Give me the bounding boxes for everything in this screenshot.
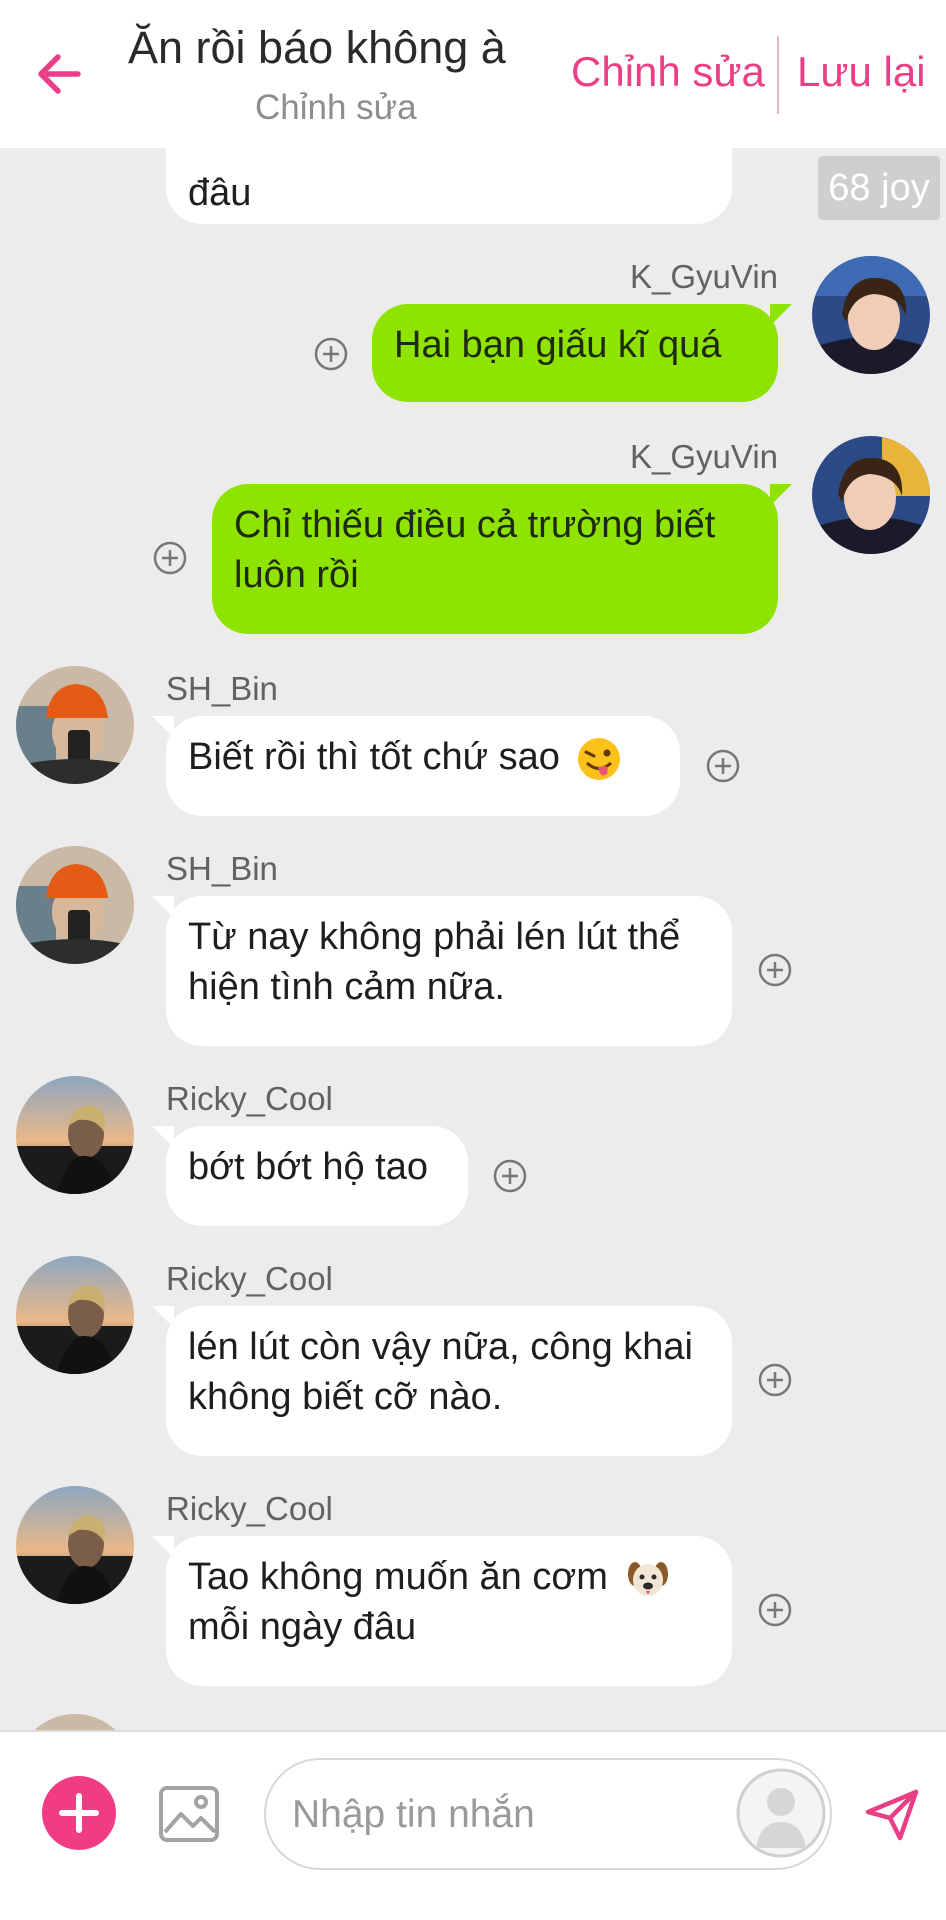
sender-name: Ricky_Cool [166,1260,333,1297]
back-button[interactable] [30,44,90,104]
plus-icon [59,1793,99,1833]
avatar[interactable] [812,256,930,374]
plus-circle-icon[interactable] [757,952,793,988]
plus-circle-icon[interactable] [313,336,349,372]
message-bubble[interactable]: đâu [166,148,732,224]
message-input-container [264,1758,832,1870]
message-text: bớt bớt hộ tao [188,1146,428,1188]
header-divider [777,36,779,114]
image-button[interactable] [157,1782,221,1846]
chat-subtitle: Chỉnh sửa [255,88,417,127]
send-icon [865,1789,919,1841]
winking-tongue-emoji [578,737,621,780]
save-button[interactable]: Lưu lại [797,48,926,96]
message-bubble[interactable]: bớt bớt hộ tao [152,1126,468,1226]
chat-title: Ăn rồi báo không à [128,22,506,73]
plus-circle-icon[interactable] [757,1592,793,1628]
message-bubble[interactable]: Chỉ thiếu điều cả trường biết luôn rồi [212,484,792,634]
sender-name: K_GyuVin [630,258,778,295]
plus-circle-icon[interactable] [705,748,741,784]
send-button[interactable] [860,1782,924,1846]
message-text: Biết rồi thì tốt chứ sao [188,736,560,778]
chat-header: Ăn rồi báo không à Chỉnh sửa Chỉnh sửa L… [0,0,946,148]
avatar[interactable] [16,1486,134,1604]
input-avatar[interactable] [736,1768,826,1858]
avatar[interactable] [16,1076,134,1194]
message-text: đâu [188,172,252,214]
image-icon [159,1786,219,1842]
add-attachment-button[interactable] [42,1776,116,1850]
message-list[interactable]: đâu 68 joy K_GyuVin Hai bạn giấu kĩ quá … [0,148,946,1730]
message-bubble[interactable]: Từ nay không phải lén lút thể hiện tình … [152,896,732,1046]
avatar[interactable] [16,666,134,784]
dog-face-emoji [627,1561,668,1596]
message-bubble[interactable]: Hai bạn giấu kĩ quá [372,304,792,402]
plus-circle-icon[interactable] [152,540,188,576]
message-text: Hai bạn giấu kĩ quá [394,324,722,366]
joy-badge[interactable]: 68 joy [818,156,940,220]
sender-name: SH_Bin [166,850,278,887]
message-bubble[interactable]: Tao không muốn ăn cơm mỗi ngày đâu [152,1536,732,1686]
plus-circle-icon[interactable] [757,1362,793,1398]
default-avatar-icon [736,1768,826,1858]
message-bubble[interactable]: lén lút còn vậy nữa, công khai không biế… [152,1306,732,1456]
sender-name: SH_Bin [166,670,278,707]
avatar[interactable] [812,436,930,554]
message-text: lén lút còn vậy nữa, công khai không biế… [188,1326,693,1418]
sender-name: Ricky_Cool [166,1490,333,1527]
edit-button[interactable]: Chỉnh sửa [571,48,765,96]
message-bubble[interactable]: Biết rồi thì tốt chứ sao [152,716,680,816]
avatar[interactable] [16,1256,134,1374]
composer-bar [0,1730,946,1920]
avatar[interactable] [16,846,134,964]
message-text: Từ nay không phải lén lút thể hiện tình … [188,916,681,1008]
message-text: Chỉ thiếu điều cả trường biết luôn rồi [234,504,716,596]
sender-name: Ricky_Cool [166,1080,333,1117]
arrow-left-icon [38,54,81,94]
avatar[interactable] [16,1714,134,1730]
message-text: mỗi ngày đâu [188,1606,417,1648]
sender-name: K_GyuVin [630,438,778,475]
plus-circle-icon[interactable] [492,1158,528,1194]
message-text: Tao không muốn ăn cơm [188,1556,608,1598]
message-input[interactable] [290,1760,714,1870]
